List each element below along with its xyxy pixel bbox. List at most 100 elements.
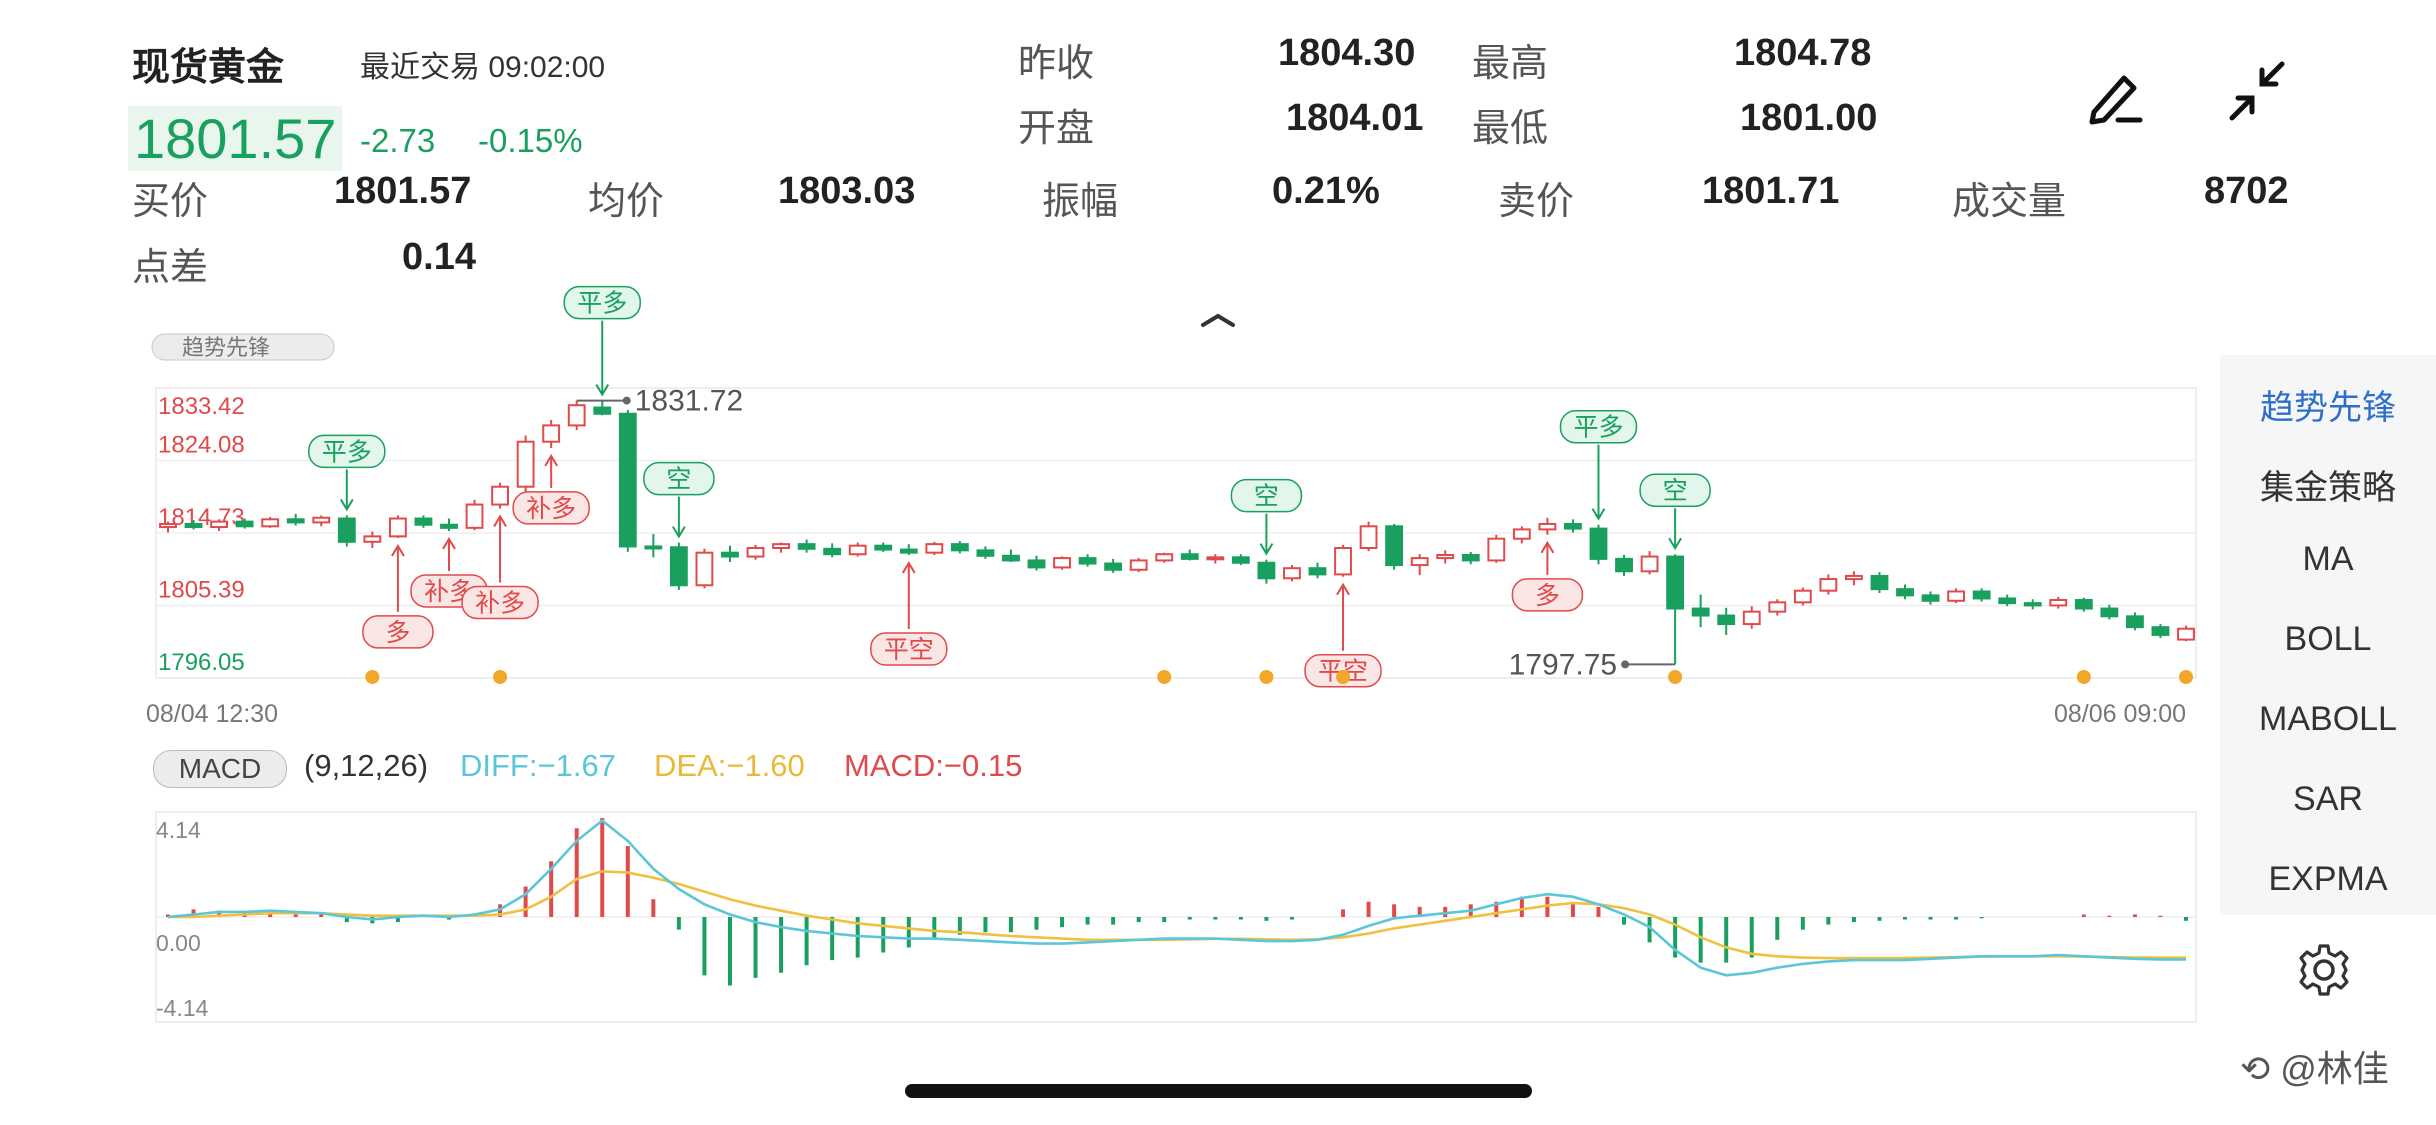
candle-body — [1436, 554, 1455, 560]
candle-body — [593, 406, 612, 415]
candle-body — [848, 544, 867, 556]
signal-dot — [1157, 670, 1172, 684]
candle-body — [2151, 626, 2170, 636]
kline-ytick-label: 1805.39 — [158, 577, 245, 604]
candle-body — [2125, 615, 2144, 629]
signal-dot — [1259, 670, 1274, 684]
kline-ytick-label: 1824.08 — [158, 432, 245, 459]
candle-body — [1870, 574, 1889, 591]
signal-tag-label: 多 — [385, 619, 410, 647]
kline-ytick-label: 1833.42 — [158, 393, 245, 420]
signal-tag-label: 空 — [666, 466, 691, 494]
kline-ytick-label: 1796.05 — [158, 649, 245, 676]
candle-body — [1691, 607, 1710, 617]
signal-tag-label: 补多 — [475, 589, 525, 617]
candle-body — [1564, 522, 1582, 530]
sidebar-item-trend-pioneer[interactable]: 趋势先锋 — [2220, 380, 2436, 429]
candle-body — [1129, 559, 1148, 571]
candle-body — [1640, 555, 1659, 573]
signal-dot — [1668, 670, 1683, 684]
candle-body — [465, 503, 484, 529]
signal-tag-label: 平空 — [884, 636, 934, 664]
signal-tag-label: 空 — [1254, 483, 1279, 511]
chart-area[interactable]: 1833.421824.081814.731805.391796.05趋势先锋1… — [0, 0, 2220, 1060]
signal-tag-label: 多 — [1535, 582, 1560, 610]
candle-body — [1231, 556, 1250, 564]
candle-body — [899, 548, 918, 554]
min-price-label: 1797.75 — [1509, 648, 1617, 681]
candle-body — [440, 523, 458, 529]
sidebar-item-sar[interactable]: SAR — [2220, 780, 2436, 819]
candle-body — [925, 543, 944, 554]
candle-body — [1180, 553, 1199, 560]
candle-body — [1334, 547, 1352, 576]
candle-body — [235, 520, 254, 528]
settings-gear-icon[interactable] — [2294, 940, 2354, 1000]
watermark: ⟲ @林佳 — [2240, 1048, 2389, 1089]
candle-body — [337, 517, 356, 543]
candle-body — [1308, 567, 1327, 576]
candle-body — [388, 517, 407, 538]
candle-body — [363, 535, 382, 543]
candle-body — [644, 545, 663, 550]
candle-body — [491, 485, 509, 506]
signal-tag-label: 平多 — [1573, 414, 1623, 442]
collapse-arrows-icon[interactable] — [2222, 56, 2292, 126]
indicator-sidebar: 趋势先锋 集金策略 MA BOLL MABOLL SAR EXPMA — [2220, 355, 2436, 915]
macd-ytick-label: -4.14 — [156, 995, 209, 1021]
candle-body — [159, 522, 177, 529]
candle-body — [1845, 574, 1863, 581]
macd-diff: DIFF:−1.67 — [460, 748, 616, 783]
candle-body — [2049, 599, 2068, 607]
macd-dea: DEA:−1.60 — [654, 748, 805, 783]
candle-body — [1768, 601, 1787, 613]
sidebar-item-boll[interactable]: BOLL — [2220, 620, 2436, 659]
candle-body — [1410, 557, 1429, 567]
candle-body — [1947, 590, 1966, 602]
candle-body — [516, 440, 535, 488]
macd-value: MACD:−0.15 — [844, 748, 1023, 783]
candle-body — [1078, 557, 1097, 565]
candle-body — [721, 551, 739, 558]
candle-body — [542, 424, 561, 443]
signal-dot — [365, 670, 380, 684]
candle-body — [1206, 556, 1225, 561]
macd-params: (9,12,26) — [304, 748, 429, 783]
candle-body — [695, 551, 714, 587]
sidebar-item-gold-strategy[interactable]: 集金策略 — [2220, 460, 2436, 509]
candle-body — [1487, 537, 1506, 562]
candle-body — [618, 412, 637, 548]
candle-body — [1998, 597, 2017, 605]
candle-body — [2100, 607, 2119, 618]
candle-body — [797, 543, 816, 550]
candle-body — [772, 543, 790, 550]
signal-tag-label: 平多 — [322, 438, 372, 466]
candle-body — [1155, 553, 1174, 562]
candle-body — [2023, 602, 2042, 607]
signal-dot — [493, 670, 508, 684]
candle-body — [1717, 614, 1736, 626]
candle-body — [1461, 554, 1480, 562]
candle-body — [184, 522, 203, 529]
macd-indicator-button[interactable]: MACD — [153, 750, 287, 788]
candle-body — [1385, 525, 1404, 567]
candle-body — [1972, 590, 1991, 600]
candle-body — [312, 516, 331, 524]
candle-body — [874, 544, 893, 551]
candle-body — [1104, 562, 1123, 571]
home-indicator[interactable] — [905, 1084, 1532, 1098]
sidebar-item-ma[interactable]: MA — [2220, 540, 2436, 579]
macd-diff-line — [167, 818, 2186, 977]
min-marker-dot — [1621, 660, 1630, 669]
candle-body — [2177, 627, 2195, 641]
candle-body — [286, 518, 305, 524]
candle-body — [1896, 588, 1914, 597]
candle-body — [1921, 594, 1940, 602]
x-start-label: 08/04 12:30 — [146, 700, 279, 728]
sidebar-item-expma[interactable]: EXPMA — [2220, 860, 2436, 899]
candle-body — [823, 547, 842, 556]
sidebar-item-maboll[interactable]: MABOLL — [2220, 700, 2436, 739]
candle-body — [746, 547, 765, 558]
candle-body — [1589, 527, 1608, 560]
candle-body — [1283, 567, 1301, 580]
